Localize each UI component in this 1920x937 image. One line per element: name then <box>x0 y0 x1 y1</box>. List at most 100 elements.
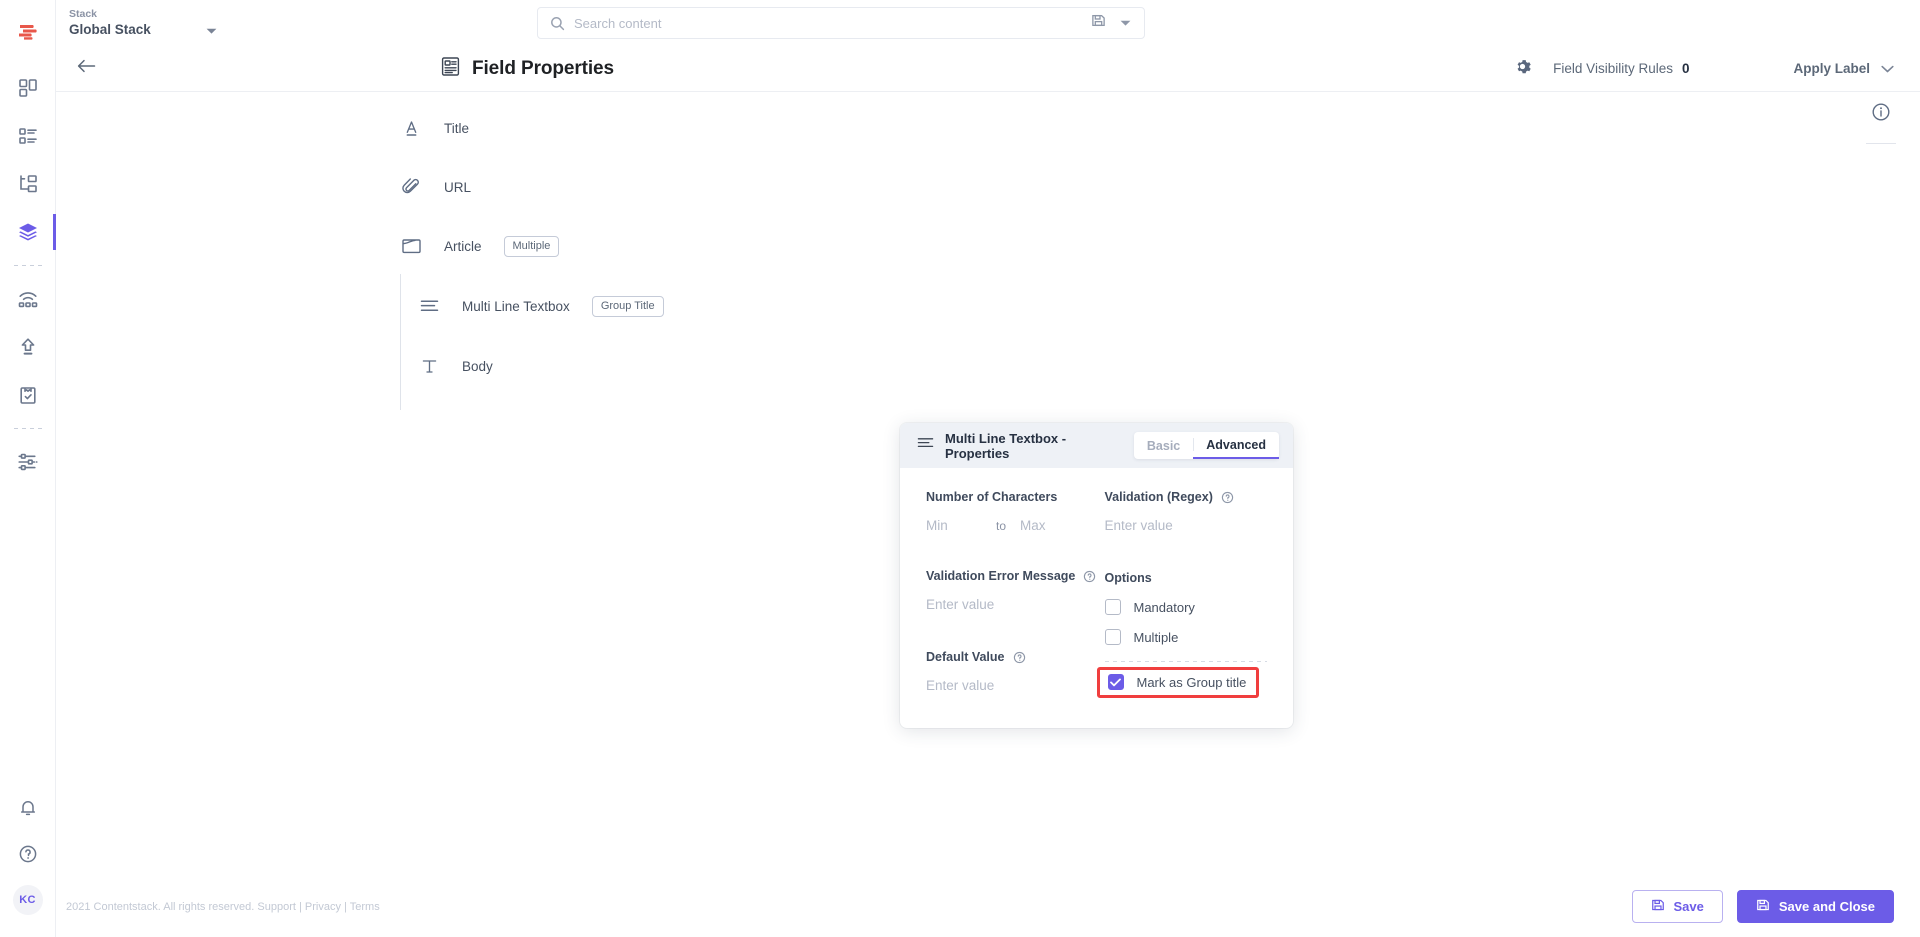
sidebar-item-help[interactable] <box>0 831 56 877</box>
field-label: URL <box>444 179 472 195</box>
option-mark-as-group-title[interactable]: Mark as Group title <box>1096 667 1260 698</box>
link-separator: | <box>344 900 347 913</box>
save-button[interactable]: Save <box>1631 890 1723 923</box>
field-visibility-rules-label: Field Visibility Rules <box>1553 61 1673 76</box>
sidebar-item-settings[interactable] <box>0 438 56 486</box>
min-characters-input[interactable] <box>926 518 990 533</box>
copyright: 2021 Contentstack. All rights reserved. … <box>66 901 380 913</box>
sidebar-item-notifications[interactable] <box>0 785 56 831</box>
rail-nav-primary <box>0 64 56 486</box>
field-visibility-rules[interactable]: Field Visibility Rules 0 <box>1553 61 1689 76</box>
panel-column-right: Validation (Regex) Options <box>1096 490 1268 698</box>
page-header-actions: Field Visibility Rules 0 Apply Label <box>1505 52 1920 86</box>
search-icon <box>550 16 565 31</box>
save-icon[interactable] <box>1091 13 1106 33</box>
validation-error-message-input[interactable] <box>926 597 1097 612</box>
sidebar-item-entries[interactable] <box>0 112 56 160</box>
field-row-url[interactable]: URL <box>400 163 664 211</box>
option-multiple[interactable]: Multiple <box>1104 629 1268 645</box>
apply-label-dropdown[interactable]: Apply Label <box>1793 60 1894 78</box>
terms-link[interactable]: Terms <box>350 901 380 913</box>
question-circle-icon[interactable] <box>1083 570 1096 583</box>
top-bar: Stack Global Stack <box>56 0 1920 46</box>
gear-icon <box>1514 58 1531 80</box>
field-label: Article <box>444 238 482 254</box>
number-of-characters-range: to <box>926 518 1097 533</box>
checkbox-checked-icon[interactable] <box>1107 674 1124 690</box>
info-circle-icon <box>1871 102 1891 127</box>
avatar-initials: KC <box>12 885 43 915</box>
number-of-characters-label: Number of Characters <box>926 490 1058 504</box>
link-separator: | <box>298 900 302 913</box>
field-row-body[interactable]: Body <box>418 342 664 390</box>
settings-button[interactable] <box>1505 52 1539 86</box>
sidebar-item-stacks[interactable] <box>0 208 56 256</box>
max-characters-input[interactable] <box>1020 518 1085 533</box>
default-value-input[interactable] <box>926 678 1097 693</box>
list-entries-icon <box>18 126 38 146</box>
field-row-multi-line-textbox[interactable]: Multi Line Textbox Group Title <box>418 282 664 330</box>
label-text: Default Value <box>926 650 1005 664</box>
panel-tabs: Basic Advanced <box>1133 432 1279 459</box>
panel-column-left: Number of Characters to Validation Error… <box>926 490 1097 698</box>
question-circle-icon[interactable] <box>1221 491 1234 504</box>
field-properties-panel: Multi Line Textbox - Properties Basic Ad… <box>900 423 1293 728</box>
arrow-left-icon <box>77 58 96 79</box>
default-value-group: Default Value <box>926 650 1097 695</box>
clipboard-check-icon <box>18 385 38 405</box>
save-disk-icon <box>1651 898 1665 915</box>
rail-divider <box>13 265 42 266</box>
info-underline <box>1866 143 1896 144</box>
options-divider <box>1104 661 1267 662</box>
field-row-article[interactable]: Article Multiple <box>400 222 664 270</box>
default-value-label: Default Value <box>926 650 1097 664</box>
multi-line-text-icon <box>418 297 440 315</box>
copyright-text: 2021 Contentstack. All rights reserved. <box>66 900 255 913</box>
stack-selector-label: Stack <box>69 8 98 20</box>
validation-regex-group: Validation (Regex) <box>1104 490 1267 535</box>
save-and-close-button[interactable]: Save and Close <box>1736 890 1894 923</box>
save-and-close-button-label: Save and Close <box>1778 899 1875 914</box>
avatar[interactable]: KC <box>0 877 56 923</box>
tab-basic[interactable]: Basic <box>1134 432 1193 459</box>
page-footer: 2021 Contentstack. All rights reserved. … <box>56 876 1920 937</box>
tab-advanced[interactable]: Advanced <box>1193 432 1279 459</box>
sliders-settings-icon <box>17 452 39 472</box>
stack-selector[interactable]: Stack Global Stack <box>69 8 239 38</box>
chevron-down-icon[interactable] <box>206 22 217 40</box>
sidebar-item-releases[interactable] <box>0 323 56 371</box>
dashboard-grid-icon <box>18 78 38 98</box>
sidebar-item-content-models[interactable] <box>0 160 56 208</box>
rich-text-icon <box>418 357 440 376</box>
question-circle-icon <box>18 844 38 864</box>
global-search[interactable] <box>537 7 1145 39</box>
label-text: Validation Error Message <box>926 569 1076 583</box>
question-circle-icon[interactable] <box>1013 651 1026 664</box>
contentstack-logo-icon[interactable] <box>11 14 45 48</box>
app-root: KC Stack Global Stack Search content Fie… <box>0 0 1920 937</box>
back-button[interactable] <box>66 49 106 89</box>
chevron-down-icon[interactable] <box>1120 14 1131 32</box>
checkbox-unchecked-icon[interactable] <box>1104 629 1121 645</box>
checkbox-unchecked-icon[interactable] <box>1104 599 1121 615</box>
field-properties-icon <box>440 56 461 82</box>
sidebar-item-dashboard[interactable] <box>0 64 56 112</box>
search-input[interactable] <box>574 15 1091 31</box>
save-button-label: Save <box>1673 899 1704 914</box>
validation-regex-input[interactable] <box>1104 518 1267 533</box>
option-mandatory[interactable]: Mandatory <box>1104 599 1268 615</box>
content-model-icon <box>18 174 38 194</box>
option-label: Mandatory <box>1133 599 1195 615</box>
search-actions <box>1091 13 1131 33</box>
privacy-link[interactable]: Privacy <box>305 901 341 913</box>
sidebar-item-audit-log[interactable] <box>0 371 56 419</box>
sidebar-item-publish-queue[interactable] <box>0 275 56 323</box>
info-button[interactable] <box>1862 102 1900 144</box>
support-link[interactable]: Support <box>257 901 296 913</box>
page-title-group: Field Properties <box>440 56 614 82</box>
save-disk-icon <box>1756 898 1770 915</box>
range-separator: to <box>996 518 1007 533</box>
webhooks-icon <box>17 289 39 309</box>
field-label: Body <box>462 358 493 374</box>
field-row-title[interactable]: Title <box>400 104 664 152</box>
